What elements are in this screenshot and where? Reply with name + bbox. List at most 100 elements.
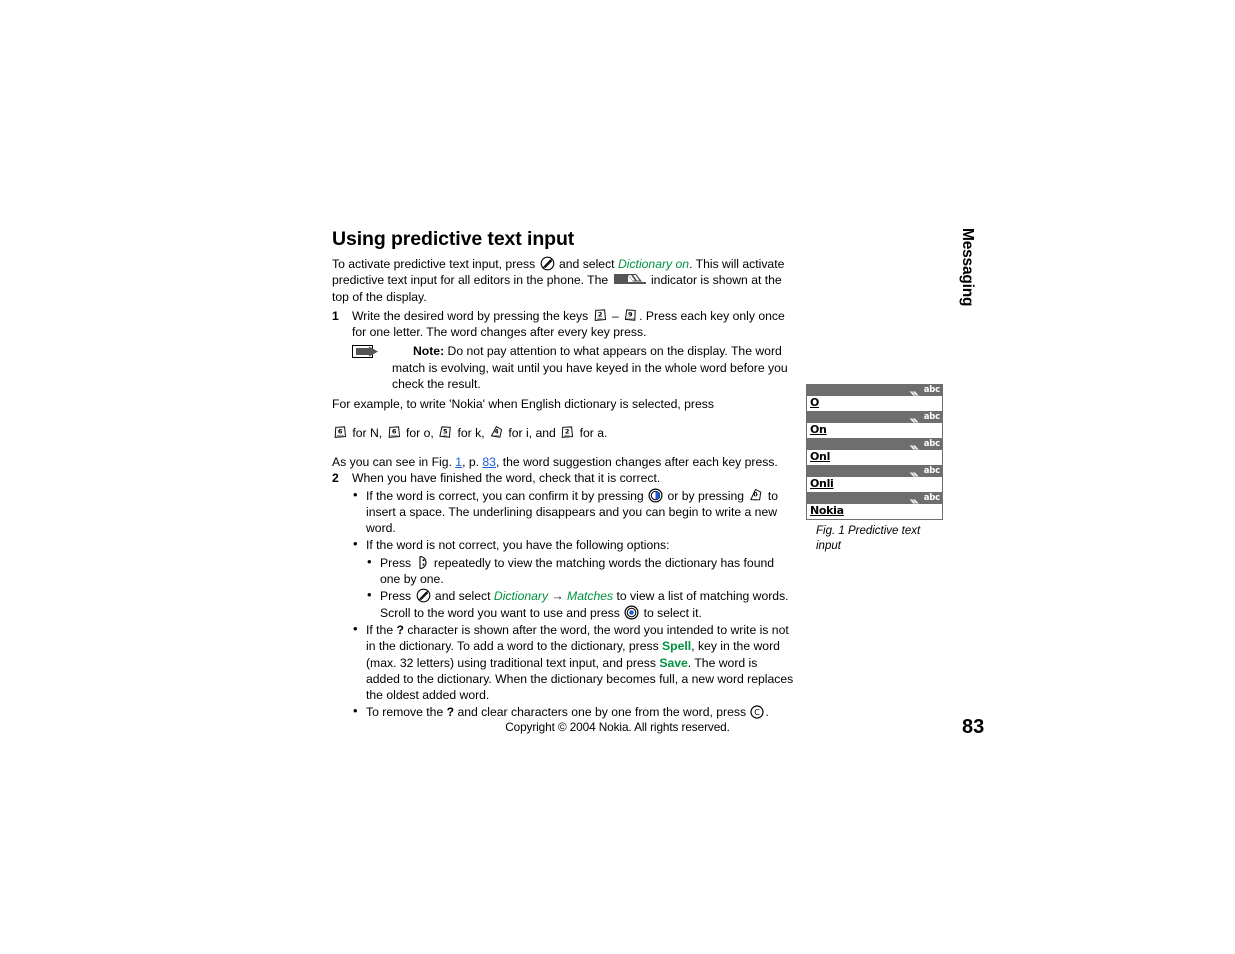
svg-text:__: __ bbox=[753, 496, 758, 500]
spell-softkey-label: Spell bbox=[662, 639, 692, 654]
predictive-text-indicator-icon bbox=[905, 494, 922, 506]
svg-text:abc: abc bbox=[564, 434, 570, 438]
svg-text:C: C bbox=[755, 708, 761, 717]
status-bar: abc bbox=[807, 492, 942, 506]
word-line: Onl bbox=[807, 450, 942, 465]
keypad-key-4-icon: 4 ghi bbox=[489, 425, 504, 440]
input-mode-label: abc bbox=[923, 384, 940, 395]
word-line: Onli bbox=[807, 477, 942, 492]
word-line: Nokia bbox=[807, 504, 942, 519]
keypad-key-2-icon: 2 abc bbox=[593, 308, 608, 323]
phone-screen-row: abc O bbox=[807, 384, 942, 411]
intro-text-1: To activate predictive text input, press bbox=[332, 257, 539, 271]
keypad-key-6-icon-n: 6 mno bbox=[333, 425, 348, 440]
note-text: Note: Do not pay attention to what appea… bbox=[375, 343, 794, 392]
chapter-side-tab-label: Messaging bbox=[959, 228, 976, 307]
suggested-word: On bbox=[810, 423, 827, 436]
b1a-text-1: If the word is correct, you can confirm … bbox=[366, 488, 648, 503]
predictive-text-indicator-icon bbox=[613, 273, 646, 285]
svg-text:mno: mno bbox=[337, 434, 344, 438]
input-mode-label: abc bbox=[923, 492, 940, 503]
bullet-press-scroll: • Press repeatedly to view the matching w… bbox=[366, 553, 794, 588]
svg-text:wxyz: wxyz bbox=[626, 317, 634, 321]
figure-caption: Fig. 1 Predictive text input bbox=[816, 525, 921, 552]
suggested-word: Onli bbox=[810, 477, 834, 490]
b1a-text-2: or by pressing bbox=[664, 488, 748, 503]
matches-menu-label: Matches bbox=[567, 589, 614, 604]
page-83-link[interactable]: 83 bbox=[482, 455, 496, 469]
keypad-key-2-icon-a: 2 abc bbox=[560, 425, 575, 440]
chapter-side-tab: Messaging bbox=[952, 228, 978, 348]
svg-text:jkl: jkl bbox=[443, 434, 448, 438]
bullet-remove-question-mark: • To remove the ? and clear characters on… bbox=[352, 703, 794, 720]
step-1-text-1: Write the desired word by pressing the k… bbox=[352, 308, 592, 323]
b2a-text-1: Press bbox=[380, 555, 415, 570]
suggested-word: Nokia bbox=[810, 504, 844, 517]
svg-text:mno: mno bbox=[390, 434, 397, 438]
intro-text-2: and select bbox=[555, 257, 618, 271]
keypad-key-9-icon: 9 wxyz bbox=[623, 308, 638, 323]
step-1-number: 1 bbox=[332, 308, 339, 323]
note-block: Note: Do not pay attention to what appea… bbox=[352, 343, 794, 392]
step-1: 1 Write the desired word by pressing the … bbox=[332, 308, 794, 341]
bullet-dot-icon: • bbox=[353, 703, 358, 719]
figref-text-2: , p. bbox=[462, 454, 483, 469]
b2a-text-2: repeatedly to view the matching words th… bbox=[380, 555, 775, 587]
clear-key-icon: C bbox=[750, 705, 765, 720]
status-bar: abc bbox=[807, 411, 942, 425]
word-line: O bbox=[807, 396, 942, 411]
bullet-dot-icon: • bbox=[353, 486, 358, 502]
phone-screen-row: abc On bbox=[807, 411, 942, 438]
suggested-word: Onl bbox=[810, 450, 831, 463]
select-key-icon bbox=[624, 605, 639, 620]
b1b-text: If the word is not correct, you have the… bbox=[366, 538, 670, 553]
predictive-text-indicator-icon bbox=[905, 440, 922, 452]
phone-screen-sequence: abc O abc On abc Onl abc Onli abc Nokia bbox=[806, 384, 943, 520]
scroll-key-icon bbox=[416, 555, 430, 570]
manual-page: Using predictive text input To activate … bbox=[0, 0, 1235, 954]
step-2: 2 When you have finished the word, check … bbox=[332, 470, 794, 486]
bullet-word-correct: • If the word is correct, you can confirm… bbox=[352, 486, 794, 537]
predictive-text-indicator-icon bbox=[905, 386, 922, 398]
svg-text:ghi: ghi bbox=[494, 434, 499, 438]
save-softkey-label: Save bbox=[659, 655, 688, 670]
edit-key-icon bbox=[540, 256, 555, 271]
note-body-text: Do not pay attention to what appears on … bbox=[392, 344, 788, 392]
body-column: To activate predictive text input, press… bbox=[332, 256, 794, 721]
status-bar: abc bbox=[807, 384, 942, 398]
keypad-key-6-icon-o: 6 mno bbox=[387, 425, 402, 440]
phone-screen-row: abc Onli bbox=[807, 465, 942, 492]
figure-1: abc O abc On abc Onl abc Onli abc Nokia … bbox=[806, 384, 943, 554]
example-label-3: for i, and bbox=[505, 425, 560, 440]
bullet-dot-icon: • bbox=[353, 536, 358, 552]
copyright-notice: Copyright © 2004 Nokia. All rights reser… bbox=[505, 720, 730, 734]
keypad-key-0-icon: 0 __ bbox=[748, 488, 763, 503]
keypad-key-5-icon: 5 jkl bbox=[438, 425, 453, 440]
example-label-2: for k, bbox=[454, 425, 488, 440]
bullet-dot-icon: • bbox=[367, 553, 372, 569]
status-bar: abc bbox=[807, 465, 942, 479]
example-lead: For example, to write 'Nokia' when Engli… bbox=[332, 397, 714, 412]
step-1-dash: – bbox=[608, 308, 623, 323]
bullet-dot-icon: • bbox=[353, 620, 358, 636]
page-title: Using predictive text input bbox=[332, 228, 575, 250]
word-line: On bbox=[807, 423, 942, 438]
example-keys-row: 6 mno for N, 6 mno for o, 5 jkl for k, 4 ghi… bbox=[332, 425, 794, 441]
footer: Copyright © 2004 Nokia. All rights reser… bbox=[0, 720, 1235, 734]
phone-screen-row: abc Nokia bbox=[807, 492, 942, 519]
b2b-text-2: and select bbox=[431, 589, 494, 604]
suggested-word: O bbox=[810, 396, 820, 409]
b1d-text-3: . bbox=[765, 705, 769, 720]
edit-key-icon bbox=[416, 588, 431, 603]
bullet-word-incorrect: • If the word is not correct, you have th… bbox=[352, 536, 794, 553]
example-label-4: for a. bbox=[576, 425, 608, 440]
dictionary-menu-label: Dictionary bbox=[493, 589, 549, 604]
bullet-dot-icon: • bbox=[367, 587, 372, 603]
b1c-text-1: If the bbox=[366, 622, 397, 637]
b1d-text-1: To remove the bbox=[366, 705, 447, 720]
phone-screen-row: abc Onl bbox=[807, 438, 942, 465]
intro-paragraph: To activate predictive text input, press… bbox=[332, 256, 794, 305]
input-mode-label: abc bbox=[923, 411, 940, 422]
input-mode-label: abc bbox=[923, 438, 940, 449]
figure-reference: As you can see in Fig. 1, p. 83, the wor… bbox=[332, 454, 794, 470]
